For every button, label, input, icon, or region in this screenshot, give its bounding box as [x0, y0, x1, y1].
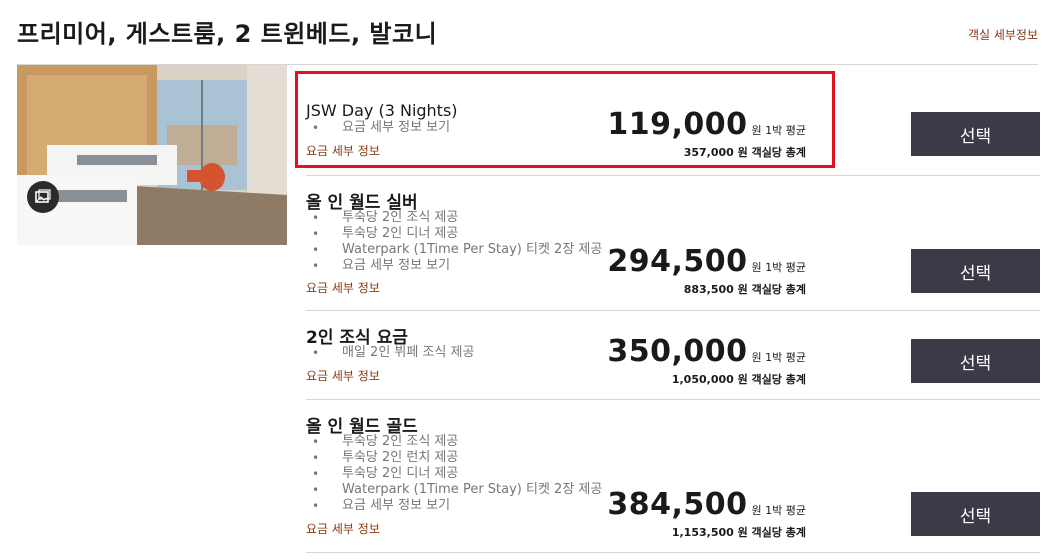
price-block: 350,000 원 1박 평균 1,050,000 원 객실당 총계: [607, 334, 806, 387]
inclusion-list: 요금 세부 정보 보기: [310, 120, 450, 136]
room-photo-illustration: [17, 65, 287, 245]
inclusion-list: 투숙당 2인 조식 제공 투숙당 2인 디너 제공 Waterpark (1Ti…: [310, 210, 602, 274]
price-unit: 원 1박 평균: [751, 504, 806, 517]
total-price: 883,500 원 객실당 총계: [683, 283, 806, 296]
rate-details-link[interactable]: 요금 세부 정보: [306, 367, 380, 384]
photo-badge[interactable]: [27, 181, 59, 213]
room-photo[interactable]: [17, 65, 287, 245]
price-block: 119,000 원 1박 평균 357,000 원 객실당 총계: [607, 107, 806, 160]
price-block: 294,500 원 1박 평균 883,500 원 객실당 총계: [607, 244, 806, 297]
rate-row-breakfast-for-two: 2인 조식 요금 매일 2인 뷔페 조식 제공 요금 세부 정보 350,000…: [306, 310, 1040, 400]
inclusion-item: 투숙당 2인 디너 제공: [310, 226, 602, 242]
select-button[interactable]: 선택: [911, 249, 1040, 293]
inclusion-item: 투숙당 2인 런치 제공: [310, 450, 602, 466]
inclusion-item[interactable]: 요금 세부 정보 보기: [310, 258, 602, 274]
nightly-price: 119,000: [607, 107, 748, 142]
inclusion-item[interactable]: 요금 세부 정보 보기: [310, 120, 450, 136]
rate-row-all-in-world-gold: 올 인 월드 골드 투숙당 2인 조식 제공 투숙당 2인 런치 제공 투숙당 …: [306, 399, 1040, 553]
select-button[interactable]: 선택: [911, 492, 1040, 536]
rate-details-link[interactable]: 요금 세부 정보: [306, 520, 380, 537]
total-price: 1,153,500 원 객실당 총계: [671, 526, 806, 539]
rate-details-link[interactable]: 요금 세부 정보: [306, 279, 380, 296]
nightly-price: 384,500: [607, 487, 748, 522]
inclusion-list: 매일 2인 뷔페 조식 제공: [310, 345, 474, 361]
price-unit: 원 1박 평균: [751, 261, 806, 274]
room-details-link[interactable]: 객실 세부정보: [968, 26, 1038, 43]
select-button[interactable]: 선택: [911, 339, 1040, 383]
rate-row-all-in-world-silver: 올 인 월드 실버 투숙당 2인 조식 제공 투숙당 2인 디너 제공 Wate…: [306, 175, 1040, 311]
inclusion-item: Waterpark (1Time Per Stay) 티켓 2장 제공: [310, 242, 602, 258]
nightly-price: 350,000: [607, 334, 748, 369]
total-price: 1,050,000 원 객실당 총계: [671, 373, 806, 386]
rate-row-jsw-day: JSW Day (3 Nights) 요금 세부 정보 보기 요금 세부 정보 …: [306, 65, 1040, 176]
total-price: 357,000 원 객실당 총계: [683, 146, 806, 159]
price-unit: 원 1박 평균: [751, 124, 806, 137]
inclusion-item[interactable]: 요금 세부 정보 보기: [310, 498, 602, 514]
inclusion-item: Waterpark (1Time Per Stay) 티켓 2장 제공: [310, 482, 602, 498]
nightly-price: 294,500: [607, 244, 748, 279]
inclusion-item: 투숙당 2인 디너 제공: [310, 466, 602, 482]
rate-name: JSW Day (3 Nights): [306, 101, 458, 120]
price-unit: 원 1박 평균: [751, 351, 806, 364]
select-button[interactable]: 선택: [911, 112, 1040, 156]
gallery-icon: [35, 189, 51, 203]
inclusion-item: 투숙당 2인 조식 제공: [310, 434, 602, 450]
price-block: 384,500 원 1박 평균 1,153,500 원 객실당 총계: [607, 487, 806, 540]
rate-details-link[interactable]: 요금 세부 정보: [306, 142, 380, 159]
inclusion-list: 투숙당 2인 조식 제공 투숙당 2인 런치 제공 투숙당 2인 디너 제공 W…: [310, 434, 602, 514]
inclusion-item: 매일 2인 뷔페 조식 제공: [310, 345, 474, 361]
room-title: 프리미어, 게스트룸, 2 트윈베드, 발코니: [17, 20, 438, 48]
inclusion-item: 투숙당 2인 조식 제공: [310, 210, 602, 226]
